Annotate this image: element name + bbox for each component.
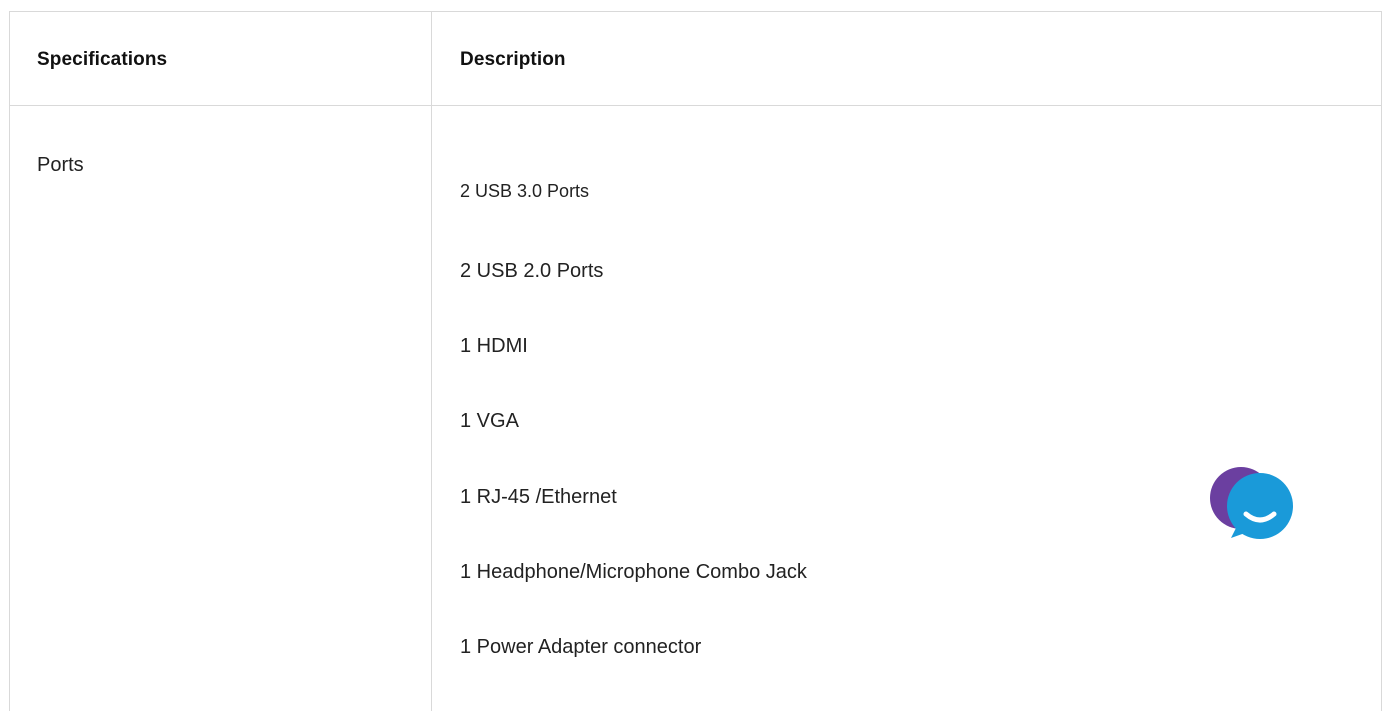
list-item: 1 RJ-45 /Ethernet — [460, 486, 617, 508]
header-specifications: Specifications — [37, 49, 168, 70]
table-header-row: Specifications Description — [10, 12, 1381, 106]
list-item: 1 Power Adapter connector — [460, 636, 702, 658]
spec-table: Specifications Description Ports 2 USB 3… — [9, 11, 1382, 711]
chat-bubble-icon — [1210, 467, 1293, 539]
column-divider — [431, 12, 432, 711]
row-label-ports: Ports — [37, 154, 84, 176]
header-description: Description — [460, 49, 566, 70]
list-item: 2 USB 3.0 Ports — [460, 181, 590, 201]
list-item: 2 USB 2.0 Ports — [460, 260, 604, 282]
chat-widget-button[interactable] — [1209, 466, 1295, 542]
list-item: 1 VGA — [460, 410, 519, 432]
list-item: 1 HDMI — [460, 335, 528, 357]
list-item: 1 Headphone/Microphone Combo Jack — [460, 561, 807, 583]
